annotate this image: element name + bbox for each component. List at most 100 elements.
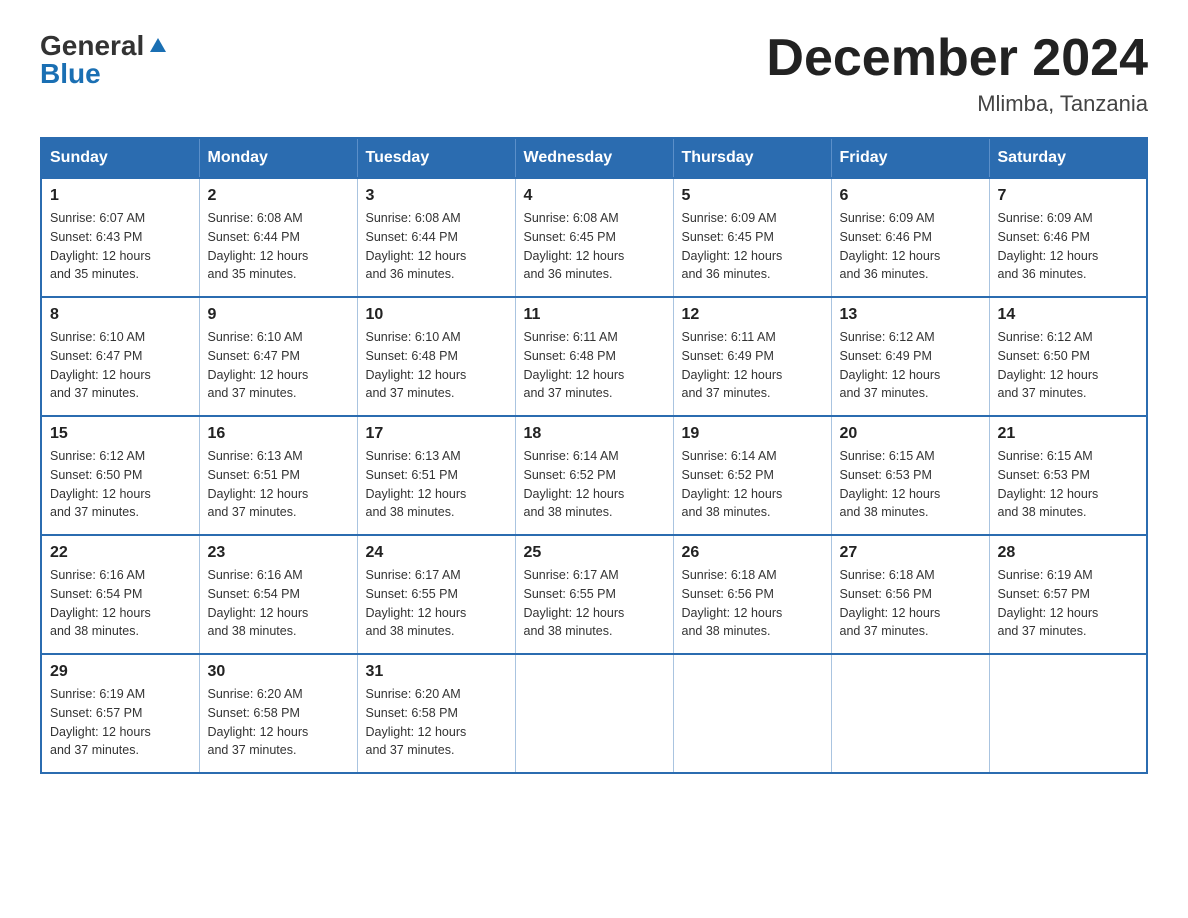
- day-number: 27: [840, 544, 981, 562]
- table-row: 20 Sunrise: 6:15 AM Sunset: 6:53 PM Dayl…: [831, 416, 989, 535]
- calendar-week-5: 29 Sunrise: 6:19 AM Sunset: 6:57 PM Dayl…: [41, 654, 1147, 773]
- table-row: 22 Sunrise: 6:16 AM Sunset: 6:54 PM Dayl…: [41, 535, 199, 654]
- table-row: 15 Sunrise: 6:12 AM Sunset: 6:50 PM Dayl…: [41, 416, 199, 535]
- table-row: 28 Sunrise: 6:19 AM Sunset: 6:57 PM Dayl…: [989, 535, 1147, 654]
- day-info: Sunrise: 6:16 AM Sunset: 6:54 PM Dayligh…: [208, 566, 349, 641]
- table-row: 11 Sunrise: 6:11 AM Sunset: 6:48 PM Dayl…: [515, 297, 673, 416]
- table-row: 30 Sunrise: 6:20 AM Sunset: 6:58 PM Dayl…: [199, 654, 357, 773]
- day-info: Sunrise: 6:13 AM Sunset: 6:51 PM Dayligh…: [366, 447, 507, 522]
- table-row: 21 Sunrise: 6:15 AM Sunset: 6:53 PM Dayl…: [989, 416, 1147, 535]
- day-info: Sunrise: 6:14 AM Sunset: 6:52 PM Dayligh…: [682, 447, 823, 522]
- logo-blue: Blue: [40, 58, 101, 90]
- day-info: Sunrise: 6:17 AM Sunset: 6:55 PM Dayligh…: [366, 566, 507, 641]
- page-header: General Blue December 2024 Mlimba, Tanza…: [40, 30, 1148, 117]
- day-info: Sunrise: 6:16 AM Sunset: 6:54 PM Dayligh…: [50, 566, 191, 641]
- day-number: 2: [208, 187, 349, 205]
- table-row: 14 Sunrise: 6:12 AM Sunset: 6:50 PM Dayl…: [989, 297, 1147, 416]
- day-number: 23: [208, 544, 349, 562]
- day-number: 20: [840, 425, 981, 443]
- day-info: Sunrise: 6:10 AM Sunset: 6:48 PM Dayligh…: [366, 328, 507, 403]
- table-row: [515, 654, 673, 773]
- header-thursday: Thursday: [673, 138, 831, 178]
- header-saturday: Saturday: [989, 138, 1147, 178]
- day-number: 30: [208, 663, 349, 681]
- table-row: 24 Sunrise: 6:17 AM Sunset: 6:55 PM Dayl…: [357, 535, 515, 654]
- day-number: 19: [682, 425, 823, 443]
- table-row: 18 Sunrise: 6:14 AM Sunset: 6:52 PM Dayl…: [515, 416, 673, 535]
- table-row: 8 Sunrise: 6:10 AM Sunset: 6:47 PM Dayli…: [41, 297, 199, 416]
- day-info: Sunrise: 6:12 AM Sunset: 6:49 PM Dayligh…: [840, 328, 981, 403]
- table-row: 26 Sunrise: 6:18 AM Sunset: 6:56 PM Dayl…: [673, 535, 831, 654]
- day-number: 15: [50, 425, 191, 443]
- day-number: 25: [524, 544, 665, 562]
- table-row: 12 Sunrise: 6:11 AM Sunset: 6:49 PM Dayl…: [673, 297, 831, 416]
- title-section: December 2024 Mlimba, Tanzania: [766, 30, 1148, 117]
- table-row: 31 Sunrise: 6:20 AM Sunset: 6:58 PM Dayl…: [357, 654, 515, 773]
- table-row: 29 Sunrise: 6:19 AM Sunset: 6:57 PM Dayl…: [41, 654, 199, 773]
- day-info: Sunrise: 6:12 AM Sunset: 6:50 PM Dayligh…: [998, 328, 1139, 403]
- page-title: December 2024: [766, 30, 1148, 87]
- table-row: 6 Sunrise: 6:09 AM Sunset: 6:46 PM Dayli…: [831, 178, 989, 297]
- day-info: Sunrise: 6:18 AM Sunset: 6:56 PM Dayligh…: [840, 566, 981, 641]
- day-info: Sunrise: 6:19 AM Sunset: 6:57 PM Dayligh…: [50, 685, 191, 760]
- day-info: Sunrise: 6:09 AM Sunset: 6:45 PM Dayligh…: [682, 209, 823, 284]
- day-number: 28: [998, 544, 1139, 562]
- day-number: 6: [840, 187, 981, 205]
- table-row: 4 Sunrise: 6:08 AM Sunset: 6:45 PM Dayli…: [515, 178, 673, 297]
- table-row: 25 Sunrise: 6:17 AM Sunset: 6:55 PM Dayl…: [515, 535, 673, 654]
- day-number: 3: [366, 187, 507, 205]
- day-info: Sunrise: 6:08 AM Sunset: 6:44 PM Dayligh…: [208, 209, 349, 284]
- day-number: 5: [682, 187, 823, 205]
- table-row: 10 Sunrise: 6:10 AM Sunset: 6:48 PM Dayl…: [357, 297, 515, 416]
- day-info: Sunrise: 6:17 AM Sunset: 6:55 PM Dayligh…: [524, 566, 665, 641]
- day-number: 14: [998, 306, 1139, 324]
- day-number: 10: [366, 306, 507, 324]
- day-number: 21: [998, 425, 1139, 443]
- day-info: Sunrise: 6:15 AM Sunset: 6:53 PM Dayligh…: [840, 447, 981, 522]
- day-number: 16: [208, 425, 349, 443]
- logo-arrow-icon: [146, 34, 166, 54]
- table-row: 2 Sunrise: 6:08 AM Sunset: 6:44 PM Dayli…: [199, 178, 357, 297]
- header-tuesday: Tuesday: [357, 138, 515, 178]
- calendar-week-3: 15 Sunrise: 6:12 AM Sunset: 6:50 PM Dayl…: [41, 416, 1147, 535]
- day-info: Sunrise: 6:10 AM Sunset: 6:47 PM Dayligh…: [50, 328, 191, 403]
- day-info: Sunrise: 6:13 AM Sunset: 6:51 PM Dayligh…: [208, 447, 349, 522]
- logo-combined: General Blue: [40, 30, 166, 90]
- day-info: Sunrise: 6:15 AM Sunset: 6:53 PM Dayligh…: [998, 447, 1139, 522]
- header-friday: Friday: [831, 138, 989, 178]
- day-info: Sunrise: 6:07 AM Sunset: 6:43 PM Dayligh…: [50, 209, 191, 284]
- day-info: Sunrise: 6:18 AM Sunset: 6:56 PM Dayligh…: [682, 566, 823, 641]
- day-number: 13: [840, 306, 981, 324]
- day-info: Sunrise: 6:19 AM Sunset: 6:57 PM Dayligh…: [998, 566, 1139, 641]
- table-row: 23 Sunrise: 6:16 AM Sunset: 6:54 PM Dayl…: [199, 535, 357, 654]
- day-info: Sunrise: 6:14 AM Sunset: 6:52 PM Dayligh…: [524, 447, 665, 522]
- table-row: 27 Sunrise: 6:18 AM Sunset: 6:56 PM Dayl…: [831, 535, 989, 654]
- calendar-header-row: SundayMondayTuesdayWednesdayThursdayFrid…: [41, 138, 1147, 178]
- table-row: 7 Sunrise: 6:09 AM Sunset: 6:46 PM Dayli…: [989, 178, 1147, 297]
- day-number: 12: [682, 306, 823, 324]
- table-row: 1 Sunrise: 6:07 AM Sunset: 6:43 PM Dayli…: [41, 178, 199, 297]
- table-row: [831, 654, 989, 773]
- day-number: 18: [524, 425, 665, 443]
- day-info: Sunrise: 6:20 AM Sunset: 6:58 PM Dayligh…: [208, 685, 349, 760]
- day-number: 7: [998, 187, 1139, 205]
- day-info: Sunrise: 6:08 AM Sunset: 6:45 PM Dayligh…: [524, 209, 665, 284]
- day-info: Sunrise: 6:10 AM Sunset: 6:47 PM Dayligh…: [208, 328, 349, 403]
- day-info: Sunrise: 6:11 AM Sunset: 6:49 PM Dayligh…: [682, 328, 823, 403]
- day-number: 26: [682, 544, 823, 562]
- day-number: 4: [524, 187, 665, 205]
- day-number: 22: [50, 544, 191, 562]
- day-number: 8: [50, 306, 191, 324]
- table-row: 5 Sunrise: 6:09 AM Sunset: 6:45 PM Dayli…: [673, 178, 831, 297]
- day-number: 1: [50, 187, 191, 205]
- table-row: [989, 654, 1147, 773]
- table-row: [673, 654, 831, 773]
- calendar-table: SundayMondayTuesdayWednesdayThursdayFrid…: [40, 137, 1148, 774]
- day-info: Sunrise: 6:09 AM Sunset: 6:46 PM Dayligh…: [840, 209, 981, 284]
- day-number: 11: [524, 306, 665, 324]
- header-monday: Monday: [199, 138, 357, 178]
- calendar-week-4: 22 Sunrise: 6:16 AM Sunset: 6:54 PM Dayl…: [41, 535, 1147, 654]
- header-wednesday: Wednesday: [515, 138, 673, 178]
- table-row: 9 Sunrise: 6:10 AM Sunset: 6:47 PM Dayli…: [199, 297, 357, 416]
- day-number: 29: [50, 663, 191, 681]
